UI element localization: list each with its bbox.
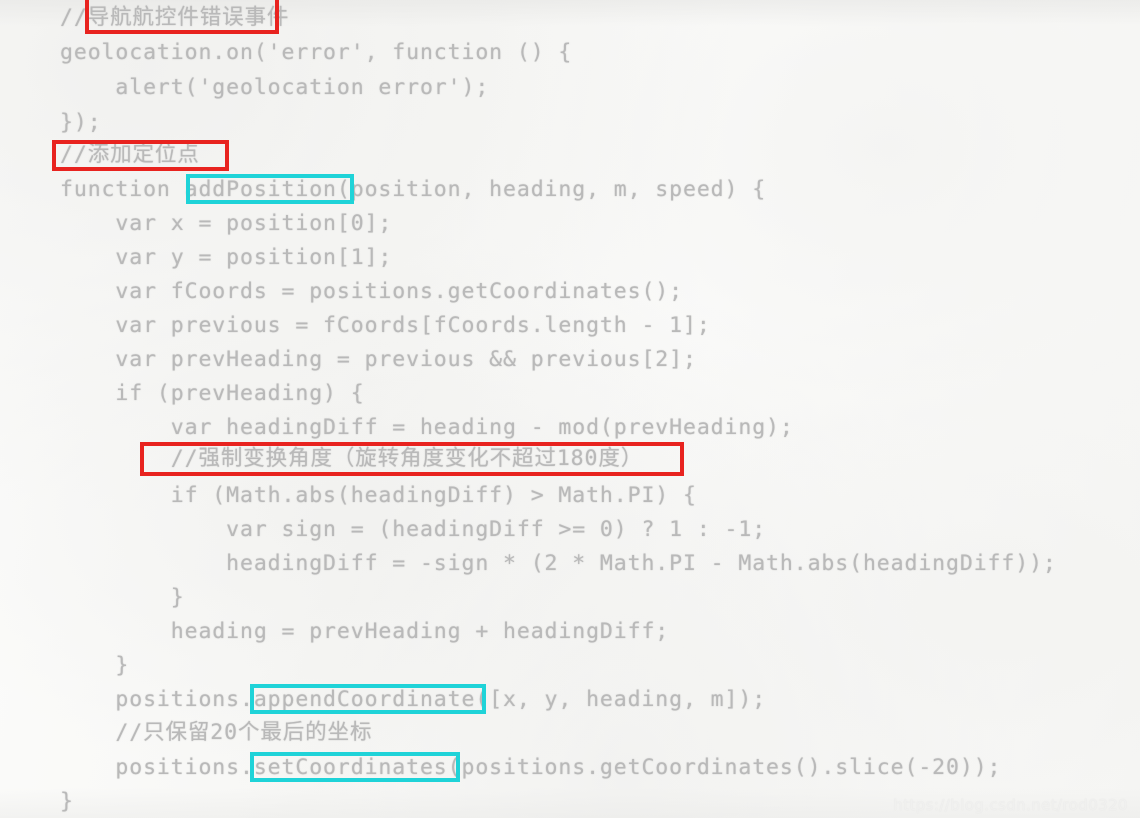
- code-line: geolocation.on('error', function () {: [60, 40, 573, 65]
- scanned-code-page: //导航航控件错误事件 geolocation.on('error', funct…: [0, 0, 1140, 818]
- code-line: var fCoords = positions.getCoordinates()…: [60, 279, 683, 304]
- code-line: var headingDiff = heading - mod(prevHead…: [60, 415, 794, 440]
- code-line: //只保留20个最后的坐标: [60, 720, 373, 745]
- code-line: });: [60, 110, 102, 135]
- code-line: var previous = fCoords[fCoords.length - …: [60, 313, 711, 338]
- code-line: headingDiff = -sign * (2 * Math.PI - Mat…: [60, 551, 1057, 576]
- code-line: if (Math.abs(headingDiff) > Math.PI) {: [60, 483, 697, 508]
- code-line: }: [60, 789, 74, 814]
- code-line: //添加定位点: [60, 142, 200, 167]
- code-line: positions.appendCoordinate([x, y, headin…: [60, 687, 767, 712]
- code-line: var sign = (headingDiff >= 0) ? 1 : -1;: [60, 517, 767, 542]
- code-line: positions.setCoordinates(positions.getCo…: [60, 755, 1002, 780]
- code-line: }: [60, 585, 185, 610]
- code-line: if (prevHeading) {: [60, 381, 365, 406]
- code-line: alert('geolocation error');: [60, 75, 490, 100]
- code-line: var x = position[0];: [60, 211, 393, 236]
- code-line: var y = position[1];: [60, 245, 393, 270]
- code-line: //强制变换角度（旋转角度变化不超过180度）: [60, 446, 644, 471]
- watermark: https://blog.csdn.net/rod0320: [893, 796, 1128, 814]
- code-line: var prevHeading = previous && previous[2…: [60, 347, 697, 372]
- code-listing: //导航航控件错误事件 geolocation.on('error', funct…: [0, 0, 1140, 818]
- code-line: function addPosition(position, heading, …: [60, 177, 767, 202]
- code-line: }: [60, 653, 130, 678]
- code-line: //导航航控件错误事件: [60, 5, 290, 30]
- code-line: heading = prevHeading + headingDiff;: [60, 619, 670, 644]
